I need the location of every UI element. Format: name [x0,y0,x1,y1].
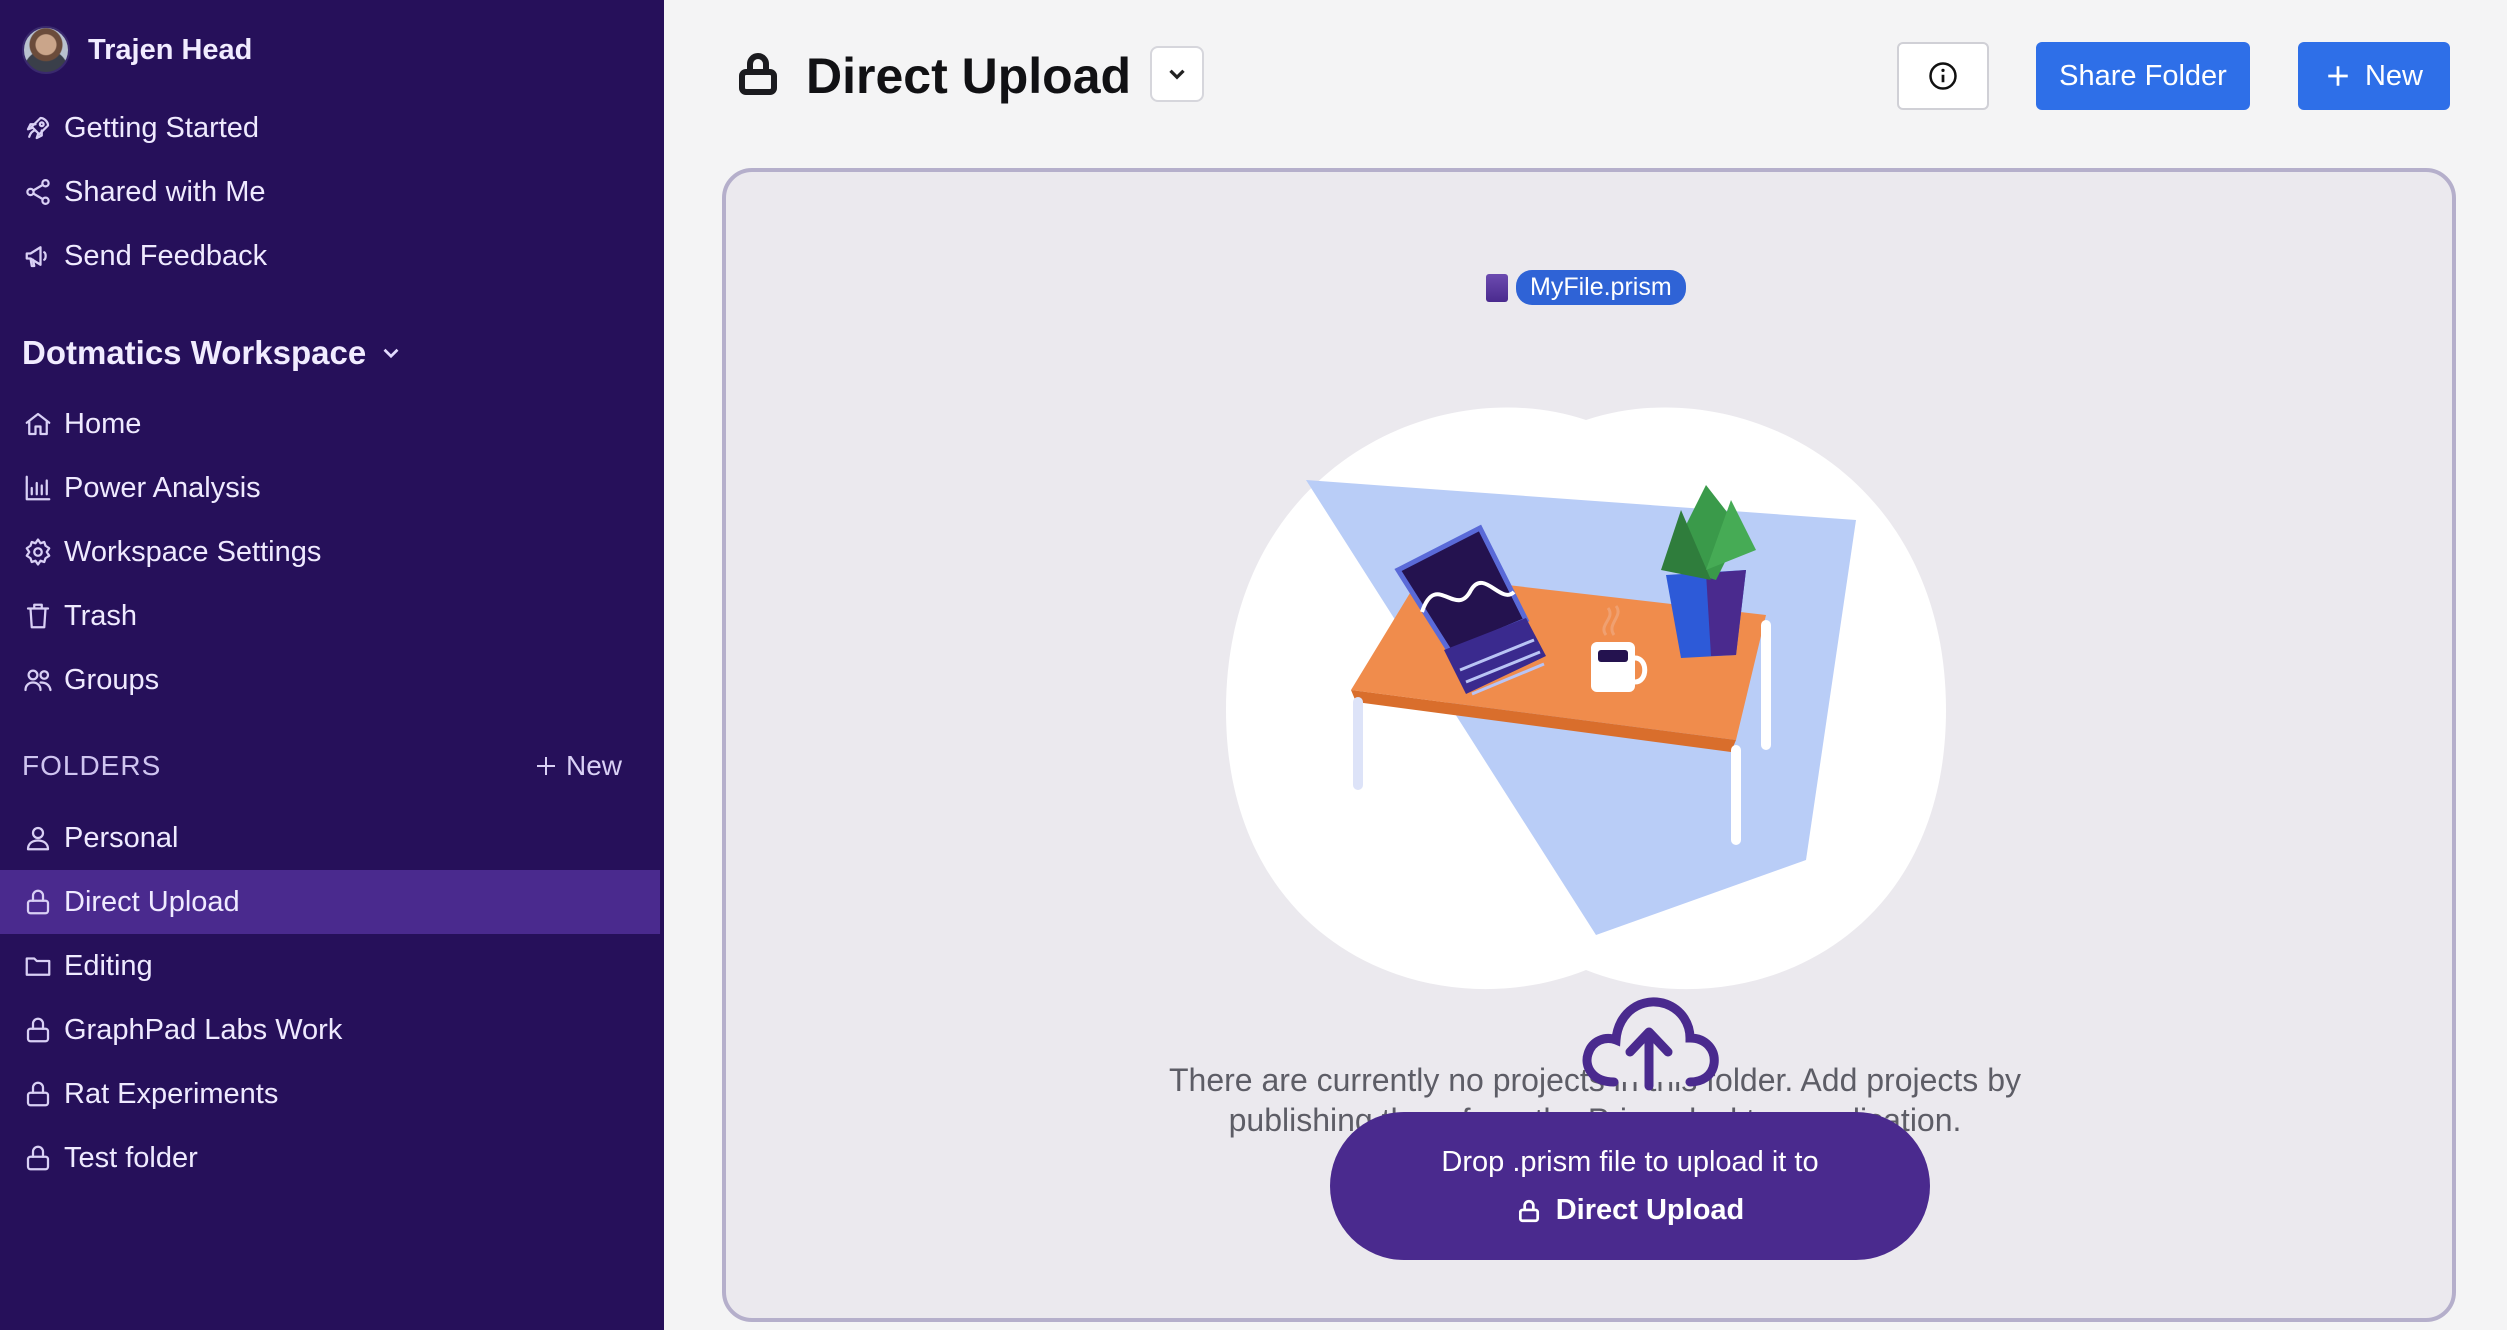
sidebar-item-label: Shared with Me [64,175,266,208]
lock-icon [1518,1199,1539,1222]
lock-icon [22,1078,54,1110]
share-folder-button[interactable]: Share Folder [2036,42,2250,110]
page-title: Direct Upload [806,48,1132,104]
sidebar-folder-graphpad-labs-work[interactable]: GraphPad Labs Work [0,998,660,1062]
sidebar-folder-direct-upload[interactable]: Direct Upload [0,870,660,934]
sidebar-item-getting-started[interactable]: Getting Started [0,96,660,160]
chevron-down-icon [383,348,399,359]
folders-header: FOLDERS New [22,750,622,782]
user-profile[interactable]: Trajen Head [22,26,252,74]
sidebar-folder-editing[interactable]: Editing [0,934,660,998]
sidebar-item-label: Personal [64,821,179,854]
user-icon [22,822,54,854]
cloud-upload-icon [1582,997,1719,1091]
lock-icon [22,886,54,918]
group-icon [22,664,54,696]
gear-icon [22,536,54,568]
dragged-file-name: MyFile.prism [1516,270,1686,305]
info-button[interactable] [1897,42,1989,110]
bar-chart-icon [22,472,54,504]
sidebar-folder-test-folder[interactable]: Test folder [0,1126,660,1190]
avatar [22,26,70,74]
lock-icon [734,49,782,104]
prism-file-icon [1486,273,1508,302]
sidebar-item-label: Rat Experiments [64,1077,279,1110]
sidebar-item-label: Getting Started [64,111,260,144]
info-icon [1929,62,1957,90]
upload-drop-target[interactable]: Drop .prism file to upload it to Direct … [1330,1112,1930,1260]
user-name: Trajen Head [88,33,253,66]
upload-target: Direct Upload [1330,1194,1930,1227]
new-button-label: New [2364,59,2423,92]
upload-instruction: Drop .prism file to upload it to [1441,1146,1819,1178]
workspace-selector[interactable]: Dotmatics Workspace [22,334,404,372]
new-button[interactable]: New [2298,42,2450,110]
sidebar-item-workspace-settings[interactable]: Workspace Settings [0,520,660,584]
sidebar-item-trash[interactable]: Trash [0,584,660,648]
new-folder-label: New [565,750,622,781]
home-icon [22,408,54,440]
folders-heading: FOLDERS [22,750,162,781]
chevron-down-icon [1169,69,1185,80]
sidebar: Trajen Head Getting Started Shared with … [0,0,664,1330]
workspace-name: Dotmatics Workspace [22,334,367,371]
sidebar-item-label: Direct Upload [64,885,240,918]
lock-icon [22,1014,54,1046]
sidebar-item-label: GraphPad Labs Work [64,1013,343,1046]
empty-folder-illustration [1226,407,1946,990]
sidebar-item-label: Home [64,407,142,440]
sidebar-item-label: Editing [64,949,153,982]
sidebar-item-groups[interactable]: Groups [0,648,660,712]
dragged-file[interactable]: MyFile.prism [1486,270,1686,305]
folder-options-dropdown[interactable] [1150,46,1204,102]
megaphone-icon [22,240,54,272]
sidebar-item-send-feedback[interactable]: Send Feedback [0,224,660,288]
sidebar-item-power-analysis[interactable]: Power Analysis [0,456,660,520]
sidebar-folder-personal[interactable]: Personal [0,806,660,870]
sidebar-folder-rat-experiments[interactable]: Rat Experiments [0,1062,660,1126]
page-header: Direct Upload [734,44,1131,108]
plus-icon [536,757,555,775]
plus-icon [2328,66,2348,86]
sidebar-item-shared-with-me[interactable]: Shared with Me [0,160,660,224]
new-folder-button[interactable]: New [534,750,622,782]
upload-target-name: Direct Upload [1555,1194,1745,1226]
sidebar-item-label: Power Analysis [64,471,261,504]
sidebar-item-label: Workspace Settings [64,535,322,568]
sidebar-item-label: Trash [64,599,138,632]
sidebar-item-label: Test folder [64,1141,198,1174]
sidebar-item-home[interactable]: Home [0,392,660,456]
trash-icon [22,600,54,632]
folder-icon [22,950,54,982]
rocket-icon [22,112,54,144]
sidebar-item-label: Send Feedback [64,239,268,272]
share-icon [22,176,54,208]
lock-icon [22,1142,54,1174]
sidebar-item-label: Groups [64,663,160,696]
